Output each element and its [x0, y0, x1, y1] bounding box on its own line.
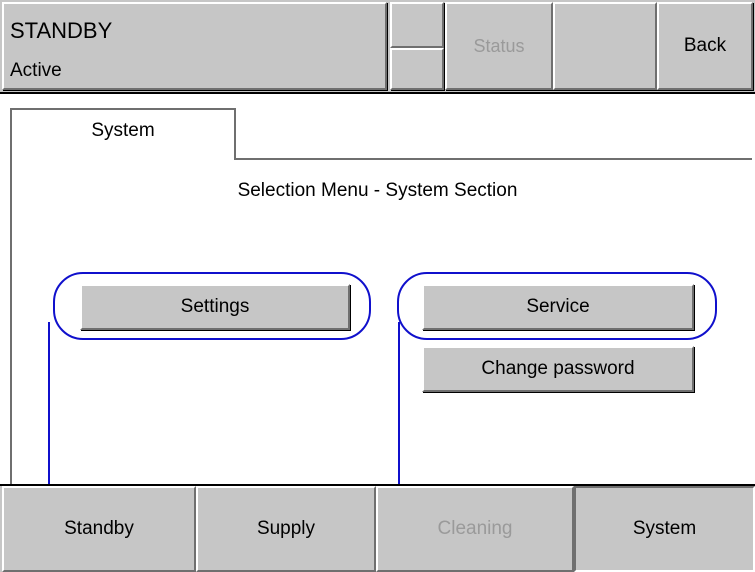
settings-callout-oval [53, 272, 371, 340]
nav-cleaning[interactable]: Cleaning [376, 486, 574, 572]
machine-mode: STANDBY [10, 18, 113, 43]
section-title: Selection Menu - System Section [237, 180, 518, 201]
back-button[interactable]: Back [657, 2, 753, 90]
nav-supply[interactable]: Supply [196, 486, 376, 572]
small-button-bottom[interactable] [390, 48, 444, 90]
tab-joint [12, 156, 234, 162]
machine-state: Active [10, 60, 62, 81]
tab-system[interactable]: System [10, 108, 236, 160]
nav-standby[interactable]: Standby [2, 486, 196, 572]
nav-system[interactable]: System [574, 486, 755, 572]
tab-divider [236, 158, 752, 160]
blank-button[interactable] [553, 2, 657, 90]
status-button[interactable]: Status [445, 2, 553, 90]
change-password-button[interactable]: Change password [422, 346, 694, 392]
service-callout-oval [397, 272, 717, 340]
small-button-top[interactable] [390, 2, 444, 48]
tab-system-label: System [91, 120, 155, 141]
